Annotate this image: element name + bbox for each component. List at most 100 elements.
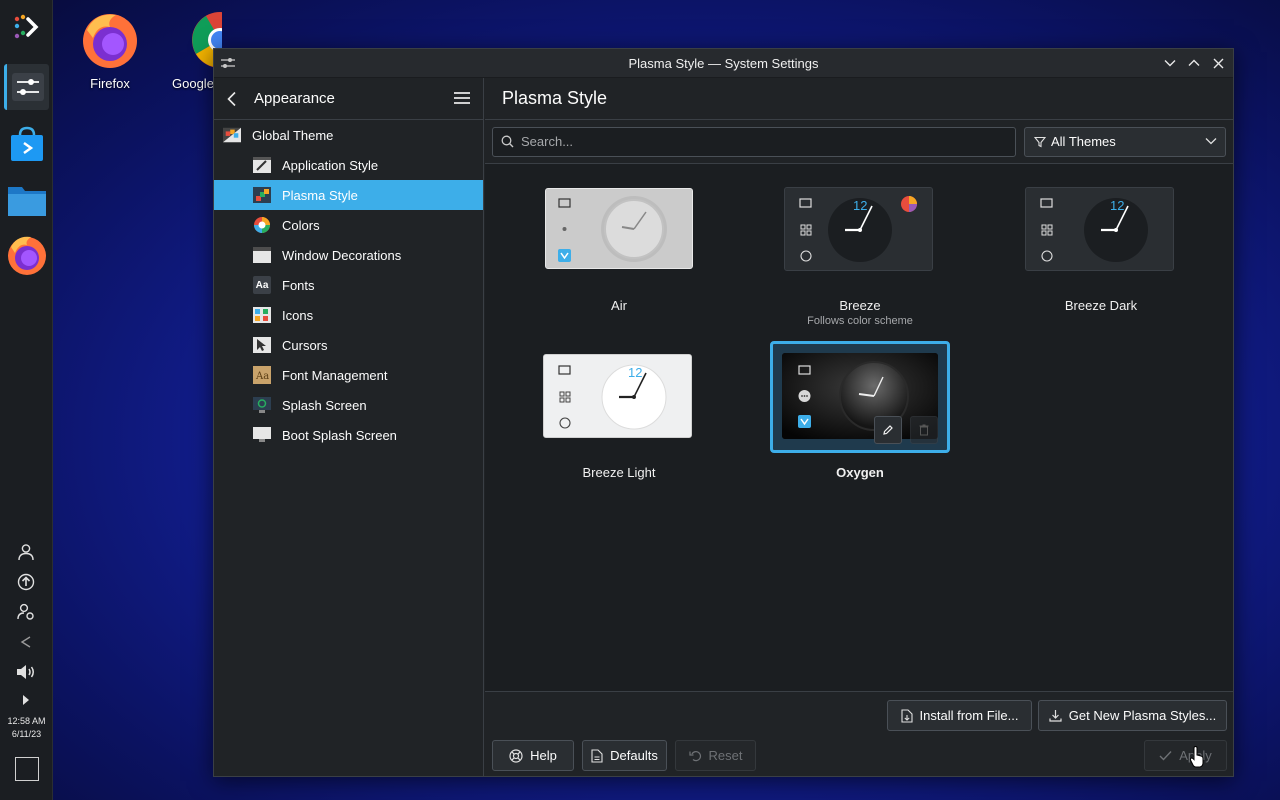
sidebar-item-cursors[interactable]: Cursors [214,330,483,360]
sidebar-item-colors[interactable]: Colors [214,210,483,240]
desktop-icon-firefox[interactable]: Firefox [62,10,158,91]
help-button[interactable]: Help [492,740,574,771]
sidebar-item-label: Boot Splash Screen [282,427,397,443]
network-icon[interactable] [12,630,40,654]
volume-icon[interactable] [12,660,40,684]
install-from-file-button[interactable]: Install from File... [887,700,1032,731]
sidebar-item-plasma-style[interactable]: Plasma Style [214,180,483,210]
theme-preview-air [545,188,693,269]
trash-icon [919,424,929,436]
system-settings-icon [12,73,44,101]
file-install-icon [900,708,913,723]
get-new-plasma-styles-button[interactable]: Get New Plasma Styles... [1038,700,1227,731]
global-theme-icon [223,126,241,144]
left-panel: 12:58 AM 6/11/23 [0,0,53,800]
boot-splash-screen-icon [253,426,271,444]
document-icon [591,748,603,763]
button-label: Install from File... [919,708,1019,723]
undo-icon [688,751,701,762]
tray-expand-icon[interactable] [12,688,40,712]
cursors-icon [253,336,271,354]
button-label: Help [530,748,557,763]
maximize-button[interactable] [1184,53,1204,73]
window-titlebar[interactable]: Plasma Style — System Settings [214,49,1233,78]
filter-selected-value: All Themes [1051,134,1116,149]
sidebar-item-label: Font Management [282,367,388,383]
theme-filter-dropdown[interactable]: All Themes [1024,126,1226,157]
desktop-icon-label: Firefox [90,76,130,91]
plasma-style-icon [253,186,271,204]
filter-icon [1034,136,1046,147]
digital-clock[interactable]: 12:58 AM 6/11/23 [0,715,53,741]
theme-preview-breeze-dark: 12 [1025,187,1174,271]
theme-name: Air [611,298,627,313]
firefox-icon [7,236,46,275]
folder-icon [7,187,46,216]
sidebar-item-label: Fonts [282,277,315,293]
sidebar-item-label: Window Decorations [282,247,402,263]
colors-icon [253,216,271,234]
sidebar-item-splash-screen[interactable]: Splash Screen [214,390,483,420]
user-icon[interactable] [12,540,40,564]
footer-bar: Install from File... Get New Plasma Styl… [485,691,1233,776]
system-settings-icon[interactable] [219,54,237,72]
sidebar-item-application-style[interactable]: Application Style [214,150,483,180]
sidebar-item-label: Icons [282,307,314,323]
update-icon[interactable] [12,570,40,594]
taskbar-system-settings[interactable] [4,64,49,110]
close-button[interactable] [1208,53,1228,73]
theme-subtitle: Follows color scheme [807,315,913,327]
application-style-icon [253,156,271,174]
sidebar-title: Appearance [254,90,335,107]
chevron-down-icon [1164,60,1176,67]
chevron-left-icon [227,91,236,106]
fonts-icon-glyph: Aa [255,279,269,291]
back-button[interactable] [226,89,246,109]
sidebar-item-boot-splash-screen[interactable]: Boot Splash Screen [214,420,483,450]
reset-button[interactable]: Reset [675,740,756,771]
taskbar-dolphin[interactable] [4,176,49,222]
taskbar-firefox[interactable] [4,232,49,278]
content-area: Plasma Style All Themes [485,78,1233,776]
firefox-icon [80,10,140,70]
sidebar-item-fonts[interactable]: Aa Fonts [214,270,483,300]
taskbar-discover[interactable] [4,121,49,167]
sidebar-item-label: Colors [282,217,320,233]
clock-numeral: 12 [853,198,868,213]
user-settings-icon[interactable] [12,600,40,624]
edit-theme-button[interactable] [874,416,902,444]
apply-button[interactable]: Apply [1144,740,1227,771]
sidebar-item-font-management[interactable]: Aa Font Management [214,360,483,390]
menu-icon [454,92,470,104]
button-label: Defaults [610,748,658,763]
app-launcher-icon[interactable] [8,10,44,46]
sidebar-item-label: Cursors [282,337,328,353]
sidebar-item-label: Application Style [282,157,379,173]
sidebar-item-icons[interactable]: Icons [214,300,483,330]
hamburger-menu-button[interactable] [453,89,471,107]
window-decorations-icon [253,246,271,264]
splash-screen-icon [253,396,271,414]
show-desktop-button[interactable] [15,757,39,781]
search-field[interactable] [492,126,1016,157]
chevron-up-icon [1188,59,1200,66]
theme-grid: Air 12 Breeze Follows color scheme 12 Br… [485,164,1233,691]
checkmark-icon [1159,751,1172,761]
filter-bar: All Themes [485,120,1233,164]
clock-date: 6/11/23 [11,729,42,739]
chevron-down-icon [1205,137,1217,144]
sidebar-item-global-theme[interactable]: Global Theme [214,120,483,150]
page-title-bar: Plasma Style [485,78,1233,120]
sidebar-item-window-decorations[interactable]: Window Decorations [214,240,483,270]
minimize-button[interactable] [1160,53,1180,73]
button-label: Get New Plasma Styles... [1068,708,1217,723]
theme-name: Breeze Light [582,465,656,480]
theme-preview-breeze-light: 12 [543,354,692,438]
search-input[interactable] [521,134,1001,149]
defaults-button[interactable]: Defaults [582,740,667,771]
clock-numeral: 12 [1110,198,1125,213]
delete-theme-button[interactable] [910,416,938,444]
sidebar: Appearance Global Theme Application Styl… [214,78,484,776]
discover-store-icon [10,126,43,161]
icons-icon [253,306,271,324]
